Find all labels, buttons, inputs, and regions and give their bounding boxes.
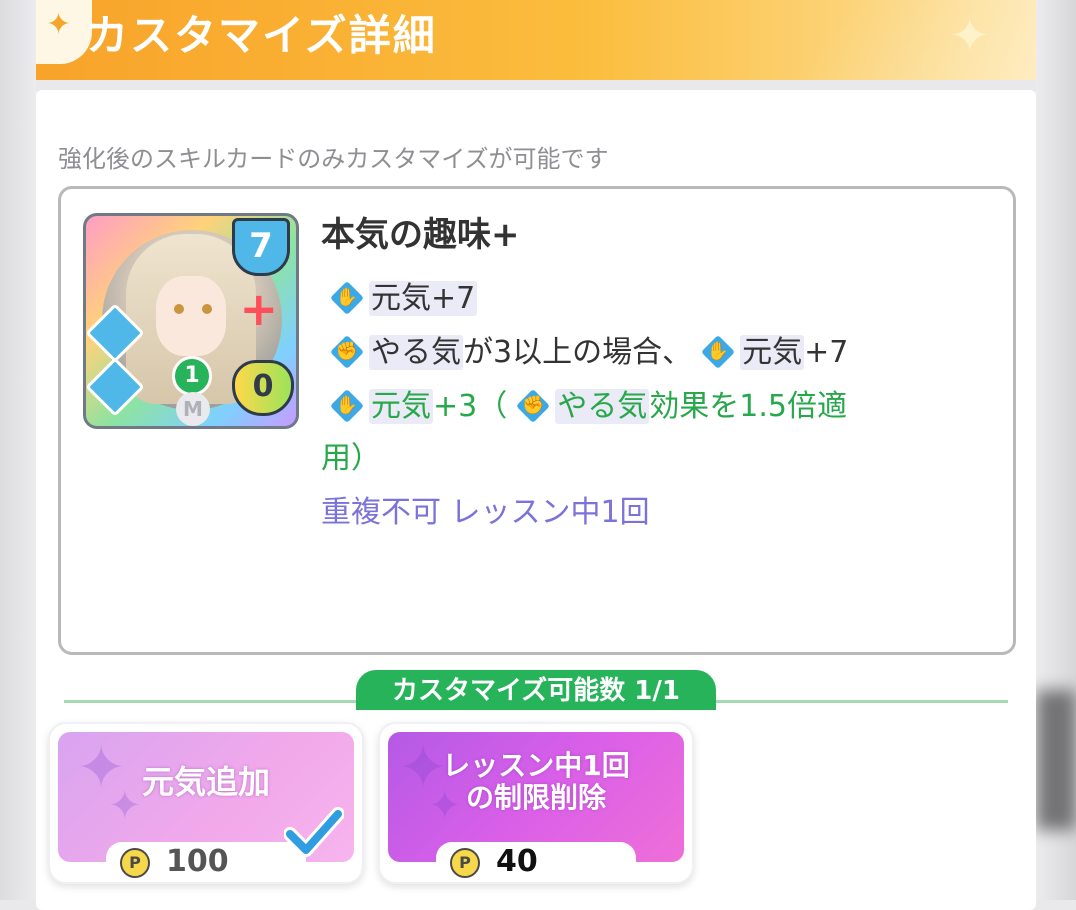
coin-icon: P xyxy=(120,848,150,878)
cost-badge: 7 xyxy=(232,218,290,276)
motivation-fist-icon: ✊ xyxy=(517,390,549,422)
option-price: P 100 xyxy=(106,842,306,882)
card-character-eye xyxy=(202,304,212,314)
customize-notice: 強化後のスキルカードのみカスタマイズが可能です xyxy=(58,145,609,173)
card-character-eye xyxy=(174,304,184,314)
header-ornament: ✦ xyxy=(36,0,92,64)
price-value: 40 xyxy=(496,844,538,879)
effect-keyword: やる気 xyxy=(555,389,650,424)
header-decor-stripe xyxy=(753,0,1036,80)
effect-line-2: ✊ やる気が3以上の場合、 ✋ 元気+7 xyxy=(321,331,848,375)
usage-count-badge: 1 xyxy=(172,356,212,396)
effect-text: が3以上の場合、 xyxy=(463,335,693,370)
customize-option-vitality[interactable]: ✦ ✦ 元気追加 P 100 xyxy=(48,722,364,884)
customize-count-label: カスタマイズ可能数 1/1 xyxy=(356,670,716,710)
effect-keyword: 元気 xyxy=(369,389,433,424)
option-label: レッスン中1回 の制限削除 xyxy=(388,750,684,814)
customize-option-remove-limit[interactable]: ✦ ✦ レッスン中1回 の制限削除 P 40 xyxy=(378,722,694,884)
effect-keyword: 元気 xyxy=(740,335,805,370)
dialog-body: 強化後のスキルカードのみカスタマイズが可能です 7 + 1 M 0 本気の趣味+… xyxy=(36,90,1036,910)
effect-line-5: 重複不可 レッスン中1回 xyxy=(321,495,650,530)
effect-text: 効果を1.5倍適 xyxy=(649,389,847,424)
skill-name: 本気の趣味+ xyxy=(321,215,520,255)
effect-line-3: ✋ 元気+3（ ✊ やる気効果を1.5倍適 xyxy=(321,385,847,429)
price-value: 100 xyxy=(166,844,229,879)
enhanced-plus-icon: + xyxy=(239,282,278,336)
effect-text: +7 xyxy=(804,335,849,370)
skill-card-thumbnail: 7 + 1 M 0 xyxy=(83,213,299,429)
background-shadow xyxy=(1036,690,1076,830)
dialog-title: カスタマイズ詳細 xyxy=(86,11,437,60)
background-left xyxy=(0,0,36,900)
check-icon xyxy=(284,807,344,857)
option-price: P 40 xyxy=(436,842,636,882)
m-badge: M xyxy=(176,392,210,426)
effect-keyword: やる気 xyxy=(369,335,463,370)
motivation-fist-icon: ✊ xyxy=(331,336,363,368)
effect-text: +3（ xyxy=(433,389,508,424)
coin-icon: P xyxy=(450,848,480,878)
heart-badge: 0 xyxy=(232,360,294,416)
skill-card-detail: 7 + 1 M 0 本気の趣味+ ✋ 元気+7 ✊ やる気が3以上の場合、 ✋ 元気+7… xyxy=(58,186,1016,655)
effect-text: 元気+7 xyxy=(369,281,478,316)
vitality-icon: ✋ xyxy=(331,390,363,422)
sparkle-icon: ✦ xyxy=(46,7,72,42)
vitality-icon: ✋ xyxy=(331,282,363,314)
dialog-header: ✦ カスタマイズ詳細 ✦ xyxy=(36,0,1036,80)
option-label-line1: レッスン中1回 xyxy=(442,749,630,782)
option-label: 元気追加 xyxy=(141,763,270,801)
card-character-face xyxy=(156,276,226,356)
option-label-line2: の制限削除 xyxy=(465,781,606,814)
effect-line-1: ✋ 元気+7 xyxy=(321,277,478,321)
effect-line-4: 用） xyxy=(321,441,381,476)
vitality-icon: ✋ xyxy=(702,336,734,368)
sparkle-icon: ✦ xyxy=(949,8,990,64)
